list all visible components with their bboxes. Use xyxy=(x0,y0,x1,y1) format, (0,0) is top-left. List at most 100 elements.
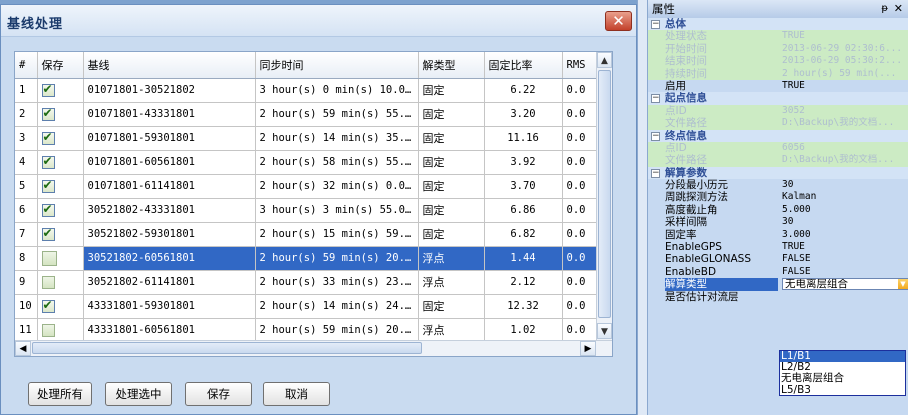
property-category[interactable]: − 总体 xyxy=(648,18,908,31)
collapse-icon[interactable]: − xyxy=(651,20,660,29)
save-checkbox[interactable] xyxy=(37,102,84,127)
dropdown-arrow-icon[interactable]: ▼ xyxy=(898,279,908,290)
save-checkbox[interactable] xyxy=(37,294,84,319)
scroll-up-icon[interactable]: ▲ xyxy=(597,52,612,68)
save-checkbox[interactable] xyxy=(37,222,84,247)
property-row[interactable]: 持续时间 2 hour(s) 59 min(... xyxy=(648,67,908,80)
dialog-titlebar[interactable]: 基线处理 ✕ xyxy=(1,5,636,37)
property-row[interactable]: 周跳探测方法 Kalman xyxy=(648,191,908,203)
dropdown-option[interactable]: 无电离层组合 xyxy=(780,373,905,384)
checked-checkbox-icon[interactable] xyxy=(41,226,55,241)
property-category[interactable]: − 起点信息 xyxy=(648,92,908,105)
cancel-button[interactable]: 取消 xyxy=(263,382,330,406)
property-value[interactable]: FALSE xyxy=(782,266,908,278)
process-all-button[interactable]: 处理所有 xyxy=(28,382,92,406)
solution-type-select[interactable]: 无电离层组合 ▼ xyxy=(782,278,908,291)
property-value: D:\Backup\我的文档... xyxy=(782,154,908,166)
panel-splitter[interactable] xyxy=(637,0,647,415)
table-row[interactable]: 1 01071801-305218023 hour(s) 0 min(s) 10.… xyxy=(15,78,598,103)
scroll-right-icon[interactable]: ▶ xyxy=(580,341,596,356)
scroll-down-icon[interactable]: ▼ xyxy=(597,323,612,339)
col-header-index[interactable]: # xyxy=(15,52,38,79)
save-checkbox[interactable] xyxy=(37,198,84,223)
pin-icon[interactable]: ᵽ xyxy=(881,0,888,18)
property-row[interactable]: 分段最小历元 30 xyxy=(648,179,908,191)
save-checkbox[interactable] xyxy=(37,318,84,343)
property-row[interactable]: 是否估计对流层 xyxy=(648,291,908,303)
save-checkbox[interactable] xyxy=(37,126,84,151)
table-row[interactable]: 10 43331801-593018012 hour(s) 14 min(s) 2… xyxy=(15,294,598,319)
property-value[interactable]: 30 xyxy=(782,216,908,228)
property-row[interactable]: 高度截止角 5.000 xyxy=(648,204,908,216)
unchecked-checkbox-icon[interactable] xyxy=(41,250,57,266)
checked-checkbox-icon[interactable] xyxy=(41,154,55,169)
property-row[interactable]: 固定率 3.000 xyxy=(648,229,908,241)
property-row[interactable]: EnableBD FALSE xyxy=(648,266,908,278)
col-header-solution-type[interactable]: 解类型 xyxy=(418,52,485,79)
table-row[interactable]: 3 01071801-593018012 hour(s) 14 min(s) 35… xyxy=(15,126,598,151)
scroll-thumb[interactable] xyxy=(598,70,611,318)
property-row[interactable]: 处理状态 TRUE xyxy=(648,30,908,43)
property-category[interactable]: − 终点信息 xyxy=(648,129,908,142)
process-selected-button[interactable]: 处理选中 xyxy=(105,382,172,406)
property-value[interactable]: TRUE xyxy=(782,80,908,92)
property-row[interactable]: 启用 TRUE xyxy=(648,80,908,92)
property-row[interactable]: EnableGPS TRUE xyxy=(648,241,908,253)
checked-checkbox-icon[interactable] xyxy=(41,178,55,193)
dropdown-option[interactable]: L5/B3 xyxy=(780,384,905,396)
checked-checkbox-icon[interactable] xyxy=(41,82,55,97)
property-row[interactable]: 文件路径 D:\Backup\我的文档... xyxy=(648,117,908,130)
property-row[interactable]: 结束时间 2013-06-29 05:30:2... xyxy=(648,55,908,68)
collapse-icon[interactable]: − xyxy=(651,131,660,141)
save-checkbox[interactable] xyxy=(37,246,84,271)
solution-type-cell: 固定 xyxy=(418,126,485,151)
checked-checkbox-icon[interactable] xyxy=(41,106,55,121)
hscroll-thumb[interactable] xyxy=(32,342,422,354)
table-row[interactable]: 5 01071801-611418012 hour(s) 32 min(s) 0.… xyxy=(15,174,598,199)
property-row[interactable]: 解算类型 无电离层组合 ▼ xyxy=(648,278,908,291)
save-checkbox[interactable] xyxy=(37,150,84,175)
property-value: TRUE xyxy=(782,30,908,42)
table-row[interactable]: 7 30521802-593018012 hour(s) 15 min(s) 59… xyxy=(15,222,598,247)
checked-checkbox-icon[interactable] xyxy=(41,130,55,145)
property-row[interactable]: 开始时间 2013-06-29 02:30:6... xyxy=(648,42,908,56)
col-header-rms[interactable]: RMS xyxy=(562,52,598,79)
table-row[interactable]: 9 30521802-61141801 2 hour(s) 33 min(s) 23… xyxy=(15,270,598,295)
scroll-left-icon[interactable]: ◀ xyxy=(15,341,31,356)
table-row[interactable]: 6 30521802-433318013 hour(s) 3 min(s) 55.… xyxy=(15,198,598,223)
checked-checkbox-icon[interactable] xyxy=(41,298,55,313)
property-row[interactable]: EnableGLONASS FALSE xyxy=(648,253,908,265)
unchecked-checkbox-icon[interactable] xyxy=(41,323,55,337)
save-checkbox[interactable] xyxy=(37,270,84,295)
property-row[interactable]: 采样间隔 30 xyxy=(648,216,908,228)
property-value[interactable]: 5.000 xyxy=(782,204,908,216)
col-header-save[interactable]: 保存 xyxy=(37,52,84,79)
property-row[interactable]: 点ID 6056 xyxy=(648,141,908,155)
table-row[interactable]: 4 01071801-605618012 hour(s) 58 min(s) 55… xyxy=(15,150,598,175)
property-value[interactable]: 30 xyxy=(782,179,908,191)
close-panel-icon[interactable]: ✕ xyxy=(894,0,903,18)
col-header-sync-time[interactable]: 同步时间 xyxy=(255,52,419,79)
table-row[interactable]: 11 43331801-60561801 2 hour(s) 59 min(s) 2… xyxy=(15,318,598,343)
property-row[interactable]: 点ID 3052 xyxy=(648,104,908,118)
save-checkbox[interactable] xyxy=(37,78,84,103)
collapse-icon[interactable]: − xyxy=(651,94,660,104)
checked-checkbox-icon[interactable] xyxy=(41,202,55,217)
col-header-fix-ratio[interactable]: 固定比率 xyxy=(484,52,563,79)
table-row[interactable]: 2 01071801-433318012 hour(s) 59 min(s) 55… xyxy=(15,102,598,127)
property-row[interactable]: 文件路径 D:\Backup\我的文档... xyxy=(648,154,908,167)
close-icon[interactable]: ✕ xyxy=(605,11,632,31)
save-checkbox[interactable] xyxy=(37,174,84,199)
collapse-icon[interactable]: − xyxy=(651,168,660,178)
horizontal-scrollbar[interactable]: ◀ ▶ xyxy=(15,340,612,356)
table-row[interactable]: 8 30521802-60561801 2 hour(s) 59 min(s) 20… xyxy=(15,246,598,271)
property-category[interactable]: − 解算参数 xyxy=(648,166,908,180)
property-value[interactable]: 3.000 xyxy=(782,229,908,241)
unchecked-checkbox-icon[interactable] xyxy=(41,275,55,289)
col-header-baseline[interactable]: 基线 xyxy=(83,52,256,79)
property-value[interactable]: Kalman xyxy=(782,191,908,203)
property-value[interactable]: TRUE xyxy=(782,241,908,253)
save-button[interactable]: 保存 xyxy=(185,382,252,406)
property-value[interactable]: FALSE xyxy=(782,253,908,265)
vertical-scrollbar[interactable]: ▲ ▼ xyxy=(596,52,612,340)
